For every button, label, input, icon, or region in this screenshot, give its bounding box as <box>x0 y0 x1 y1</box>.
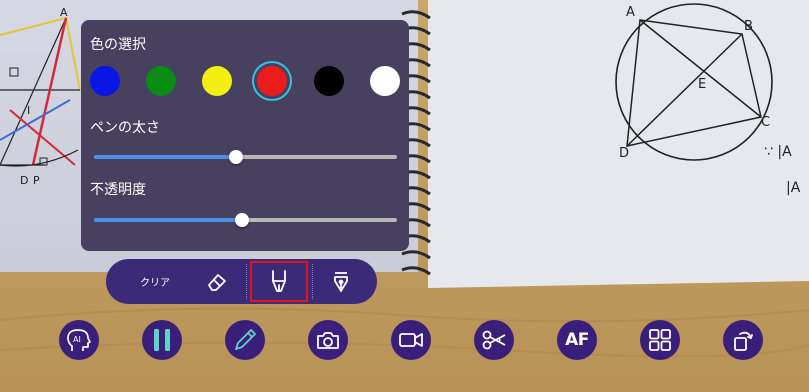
camera-view: A I D P A B E C D ∵ |A |A 色の選択 ペンの太さ 不透明… <box>0 0 809 392</box>
scissors-icon <box>482 330 506 350</box>
rotate-button[interactable] <box>723 320 763 360</box>
bg-label-d-left: D <box>20 174 28 187</box>
bg-math-line-1: ∵ |A <box>764 144 792 160</box>
drawing-tool-strip: クリア <box>106 259 377 304</box>
fountain-pen-button[interactable] <box>316 262 366 301</box>
ai-button-label: AI <box>73 335 81 344</box>
bg-label-e-right: E <box>698 77 706 92</box>
rotate-icon <box>734 331 753 351</box>
pen-width-slider[interactable] <box>94 150 397 164</box>
grid-layout-button[interactable] <box>640 320 680 360</box>
bg-label-i-left: I <box>27 104 30 117</box>
video-icon <box>399 333 423 347</box>
ai-button[interactable]: AI <box>59 320 99 360</box>
tool-divider <box>246 264 247 299</box>
pen-tool-button[interactable] <box>250 261 308 302</box>
bg-label-b-right: B <box>744 19 753 34</box>
pen-width-slider-fill <box>94 155 237 159</box>
opacity-slider-thumb[interactable] <box>235 213 250 227</box>
color-swatch-red[interactable] <box>257 66 287 96</box>
color-swatch-white[interactable] <box>370 66 400 96</box>
color-swatch-green[interactable] <box>146 66 176 96</box>
camera-button[interactable] <box>308 320 348 360</box>
color-selection-heading: 色の選択 <box>90 37 146 53</box>
bg-label-a-right: A <box>626 5 635 20</box>
camera-icon <box>317 332 339 349</box>
pen-mode-button[interactable] <box>225 320 265 360</box>
eraser-icon <box>208 273 226 291</box>
af-icon: AF <box>565 330 589 350</box>
eraser-button[interactable] <box>192 262 242 301</box>
tool-divider <box>312 264 313 299</box>
bg-label-d-right: D <box>619 146 629 161</box>
pen-width-heading: ペンの太さ <box>90 120 160 136</box>
bg-label-p-left: P <box>33 174 40 187</box>
fountain-pen-icon <box>334 271 348 292</box>
clear-button[interactable]: クリア <box>126 262 184 301</box>
autofocus-button[interactable]: AF <box>557 320 597 360</box>
bg-math-line-2: |A <box>786 180 801 196</box>
pause-icon <box>154 329 170 351</box>
pause-button[interactable] <box>142 320 182 360</box>
opacity-slider[interactable] <box>94 213 397 227</box>
color-swatch-yellow[interactable] <box>202 66 232 96</box>
clear-button-label: クリア <box>140 278 170 289</box>
color-swatch-blue[interactable] <box>90 66 120 96</box>
pen-settings-panel: 色の選択 ペンの太さ 不透明度 <box>81 20 409 251</box>
bg-label-c-right: C <box>761 115 770 130</box>
pen-width-slider-thumb[interactable] <box>229 150 244 164</box>
opacity-slider-fill <box>94 218 243 222</box>
bg-label-a-left: A <box>60 6 68 19</box>
color-swatch-black[interactable] <box>314 66 344 96</box>
pencil-icon <box>235 329 256 350</box>
pen-tip-icon <box>272 269 286 292</box>
video-record-button[interactable] <box>391 320 431 360</box>
opacity-heading: 不透明度 <box>90 182 146 198</box>
ai-head-icon: AI <box>67 329 91 351</box>
crop-button[interactable] <box>474 320 514 360</box>
grid-icon <box>649 329 671 351</box>
